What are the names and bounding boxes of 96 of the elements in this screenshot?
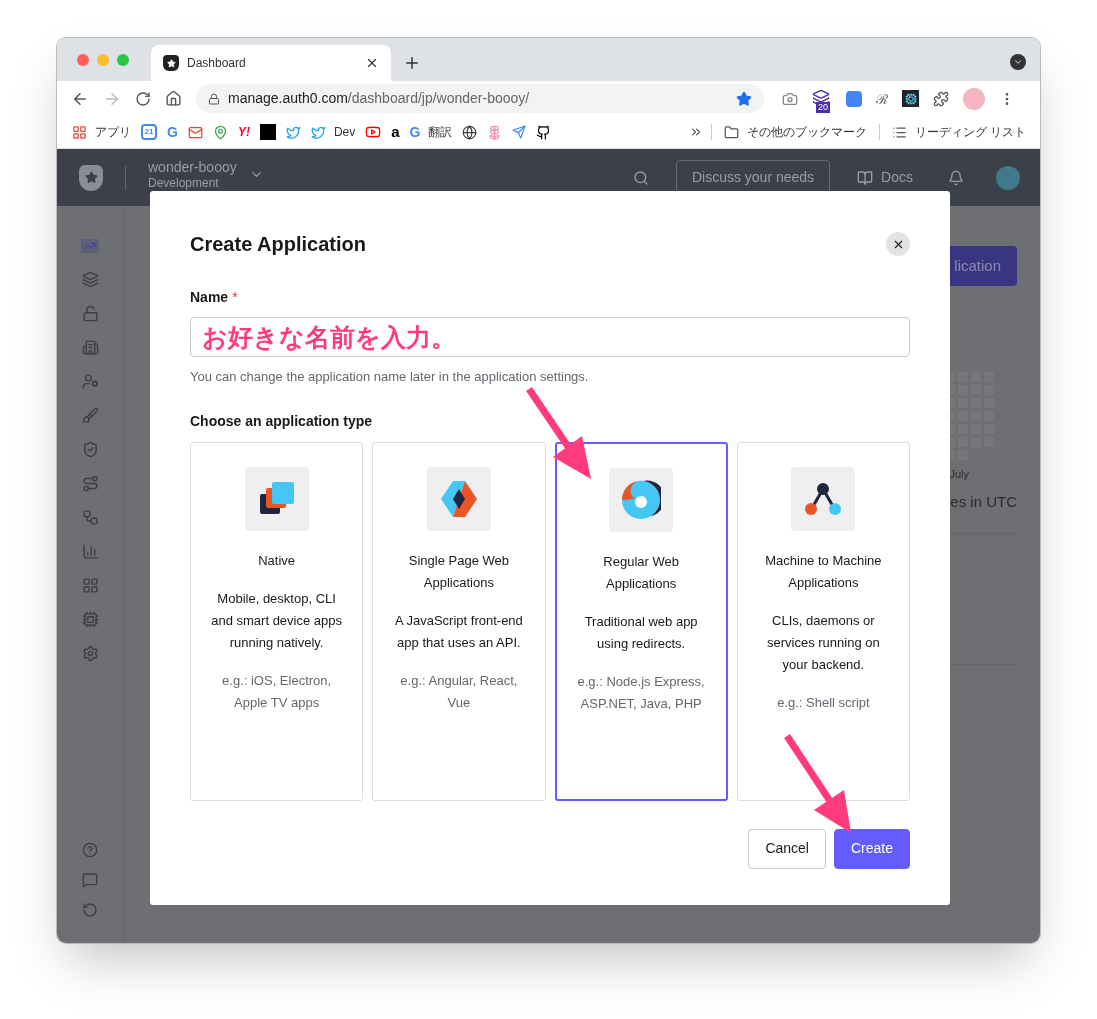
- camera-icon[interactable]: [782, 90, 798, 107]
- list-icon: [891, 124, 907, 140]
- sidebar-nav-icon[interactable]: [81, 509, 99, 526]
- bookmark-icon: [285, 124, 301, 140]
- reload-icon[interactable]: [135, 90, 151, 107]
- bookmark-icon: Y!: [237, 123, 250, 141]
- sidebar-nav-icon[interactable]: [81, 305, 99, 322]
- lock-icon: [208, 92, 220, 105]
- month-label: July: [949, 467, 969, 482]
- address-bar[interactable]: manage.auth0.com/dashboard/jp/wonder-boooy/: [196, 84, 764, 113]
- tenant-switcher[interactable]: wonder-boooy Development: [148, 158, 264, 191]
- url-text: manage.auth0.com/dashboard/jp/wonder-boooy/: [228, 89, 531, 108]
- bookmark[interactable]: a: [386, 120, 405, 144]
- avatar-icon[interactable]: [963, 87, 985, 110]
- type-examples: e.g.: Shell script: [776, 693, 871, 712]
- bookmark-icon: [187, 124, 203, 140]
- bookmark-icon: [310, 124, 326, 140]
- reading-list-button[interactable]: リーディング リスト: [887, 123, 1030, 141]
- sidebar-nav-icon[interactable]: [81, 407, 99, 424]
- sidebar-nav-icon[interactable]: [81, 645, 99, 662]
- sidebar-nav-icon[interactable]: [81, 543, 99, 560]
- notifications-icon[interactable]: [948, 169, 964, 186]
- bookmark-icon: [259, 124, 276, 140]
- extension-badge: 20: [816, 101, 830, 113]
- application-type-card[interactable]: Native Mobile, desktop, CLI and smart device apps running natively. e.g.: iOS, Electron, Apple TV apps: [190, 441, 364, 801]
- create-button[interactable]: Create: [833, 828, 910, 869]
- bookmark-icon: [462, 124, 478, 140]
- sidebar-nav-icon[interactable]: [81, 271, 99, 288]
- type-examples: e.g.: Node.js Express, ASP.NET, Java, PHP: [576, 672, 706, 713]
- bookmark-icon: [512, 125, 527, 139]
- type-name: Native: [257, 551, 297, 570]
- bookmark-icon: [72, 124, 87, 140]
- atom-icon[interactable]: [902, 90, 919, 107]
- bookmark-icon: a: [391, 120, 400, 144]
- bookmark[interactable]: 21: [136, 120, 162, 144]
- type-examples: e.g.: iOS, Electron, Apple TV apps: [221, 671, 333, 712]
- connected-nodes-icon: [804, 481, 843, 516]
- name-hint: You can change the application name later in the application settings.: [190, 368, 590, 386]
- bookmark-icon: G: [409, 121, 421, 143]
- puzzle-icon[interactable]: [933, 90, 949, 107]
- cancel-button[interactable]: Cancel: [748, 828, 826, 869]
- tab-search-icon[interactable]: [1010, 54, 1026, 70]
- type-name: Machine to Machine Applications: [764, 551, 883, 592]
- folder-icon: [723, 124, 739, 140]
- type-name: Single Page Web Applications: [407, 551, 510, 592]
- bookmark-icon: [365, 124, 382, 140]
- r-letter-icon[interactable]: ℛ: [876, 91, 888, 106]
- bookmark[interactable]: G: [162, 120, 183, 144]
- close-button[interactable]: [886, 232, 910, 256]
- browser-tab[interactable]: Dashboard: [151, 45, 391, 81]
- circle-swirl-icon: [621, 479, 662, 520]
- bookmark-icon: G: [167, 121, 178, 143]
- bookmark-icon: [536, 124, 552, 140]
- bookmark[interactable]: G 翻訳: [404, 120, 458, 144]
- bookmark-star-icon[interactable]: [736, 90, 752, 107]
- type-description: Traditional web app using redirects.: [583, 612, 699, 653]
- sidebar-nav-icon[interactable]: [81, 577, 99, 594]
- user-avatar[interactable]: [996, 165, 1020, 190]
- diamond-icon: [438, 478, 479, 519]
- sidebar-nav-icon[interactable]: [81, 611, 99, 628]
- annotation-text: お好きな名前を入力。: [202, 322, 456, 353]
- help-icon[interactable]: [82, 842, 98, 858]
- sidebar-nav-icon[interactable]: [81, 475, 99, 492]
- required-mark: *: [232, 288, 238, 307]
- history-icon[interactable]: [82, 902, 98, 918]
- application-type-card[interactable]: Machine to Machine Applications CLIs, daemons or services running on your backend. e.g.: Shell script: [736, 441, 910, 801]
- type-description: CLIs, daemons or services running on your backend.: [766, 611, 881, 674]
- type-name: Regular Web Applications: [602, 552, 680, 593]
- stacked-squares-icon: [259, 481, 294, 516]
- dialog-title: Create Application: [190, 232, 366, 257]
- book-icon: [857, 169, 874, 186]
- type-description: Mobile, desktop, CLI and smart device apps running natively.: [210, 589, 343, 652]
- type-description: A JavaScript front-end app that uses an API.: [393, 611, 524, 652]
- name-field[interactable]: [190, 317, 910, 357]
- home-icon[interactable]: [165, 90, 182, 107]
- application-type-card[interactable]: Regular Web Applications Traditional web app using redirects. e.g.: Node.js Express, ASP.NET, Java, PHP: [554, 441, 728, 801]
- other-bookmarks-folder[interactable]: その他のブックマーク: [719, 123, 871, 141]
- sidebar-nav-icon[interactable]: [81, 441, 99, 458]
- logo-icon: [79, 164, 103, 191]
- type-label: Choose an application type: [190, 411, 374, 431]
- bookmark-icon: [212, 124, 228, 140]
- bookmark[interactable]: アプリ: [67, 120, 136, 144]
- sidebar-nav-icon[interactable]: [81, 339, 99, 356]
- tab-title: Dashboard: [187, 55, 247, 72]
- bookmark[interactable]: Dev: [305, 120, 361, 144]
- type-examples: e.g.: Angular, React, Vue: [399, 671, 519, 712]
- docs-link[interactable]: Docs: [857, 167, 913, 188]
- new-tab-icon[interactable]: [403, 54, 421, 72]
- close-icon[interactable]: [365, 56, 379, 70]
- search-icon[interactable]: [632, 169, 649, 186]
- application-type-card[interactable]: Single Page Web Applications A JavaScript front-end app that uses an API. e.g.: Angular, React, Vue: [372, 441, 546, 801]
- bookmark[interactable]: Y!: [232, 120, 255, 144]
- chat-icon[interactable]: [82, 872, 98, 888]
- sidebar-nav-icon[interactable]: [81, 373, 99, 390]
- name-label: Name: [190, 288, 229, 307]
- bookmark-icon: 21: [141, 124, 157, 140]
